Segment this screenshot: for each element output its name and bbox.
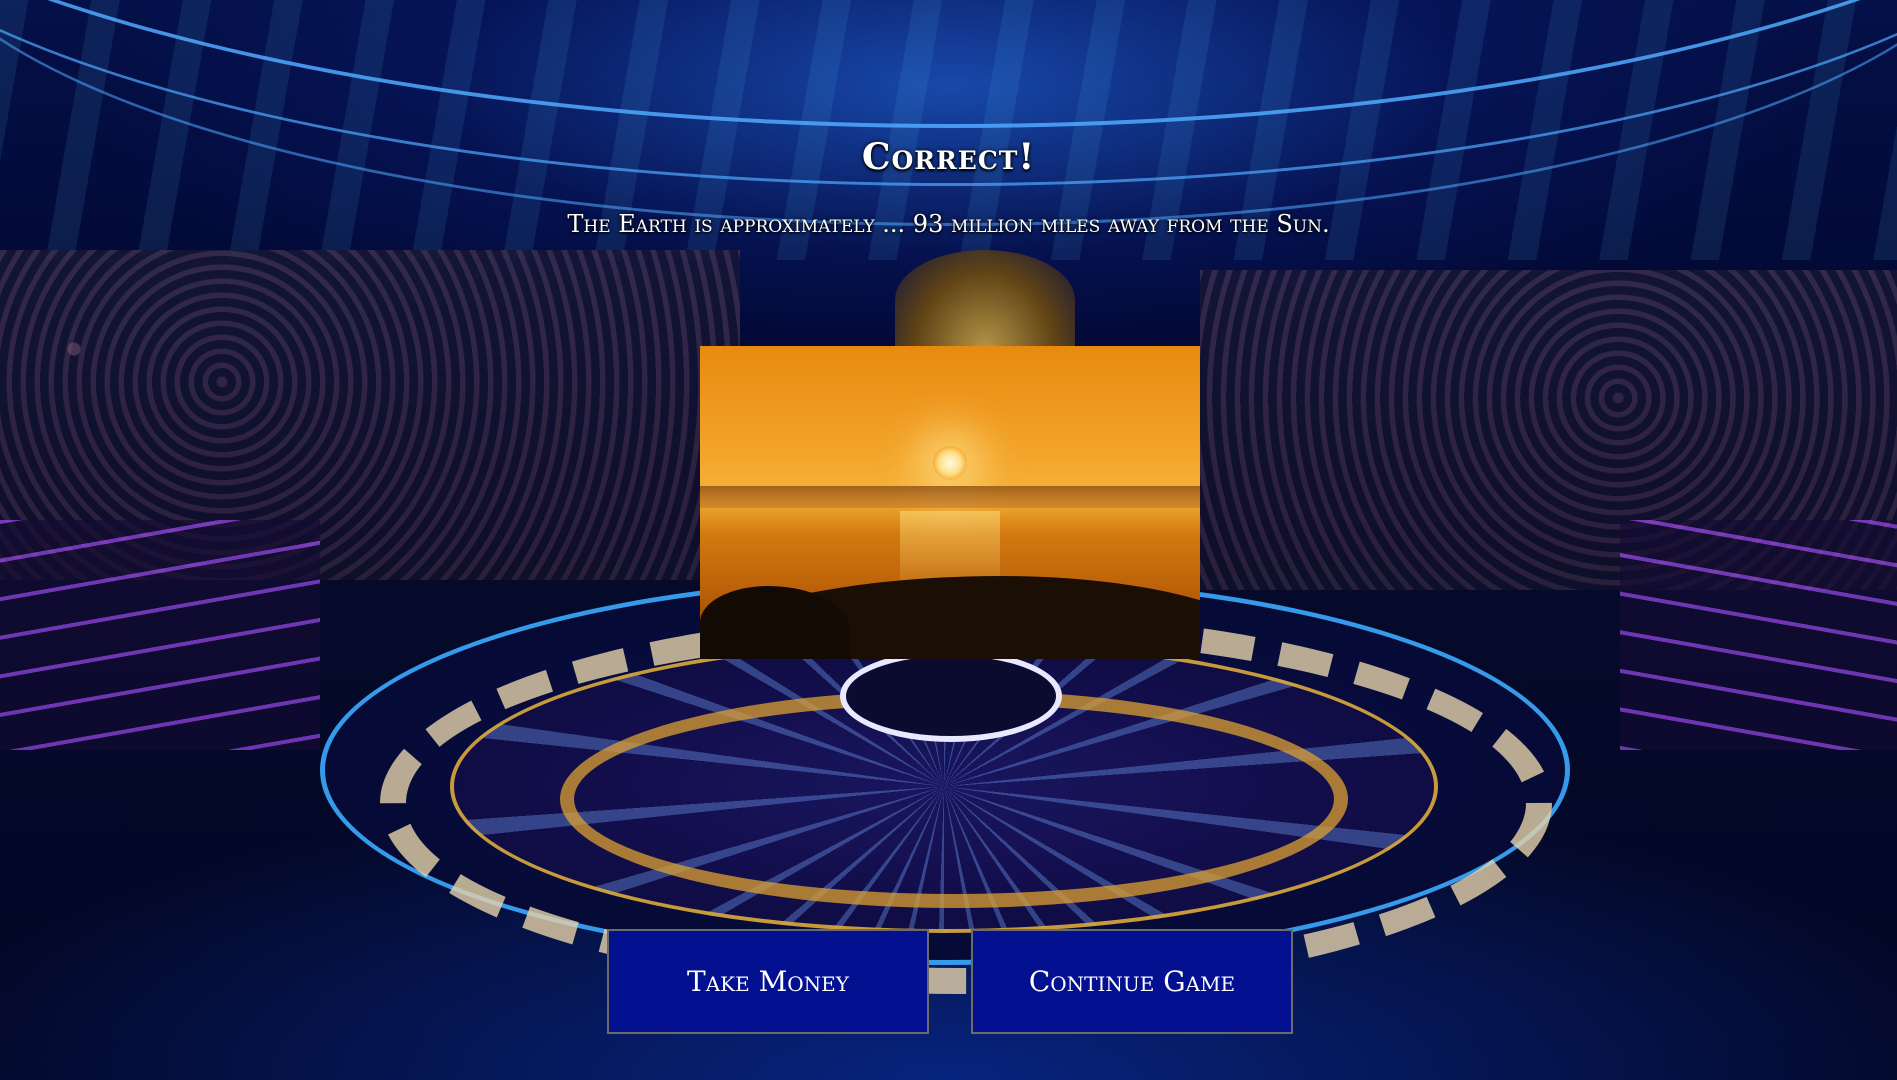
sunset-image xyxy=(700,346,1200,659)
cloud-layer xyxy=(700,486,1200,508)
show-logo-backdrop xyxy=(895,250,1075,350)
stage-steps-left xyxy=(0,520,320,750)
answer-explanation: The Earth is approximately ... 93 millio… xyxy=(567,210,1330,238)
stage-steps-right xyxy=(1620,520,1897,750)
ceiling-ring xyxy=(0,0,1897,226)
ceiling-ring xyxy=(0,0,1897,128)
result-title: Correct! xyxy=(861,136,1036,178)
sun-icon xyxy=(933,446,967,480)
take-money-button[interactable]: Take Money xyxy=(607,929,929,1034)
continue-game-button[interactable]: Continue Game xyxy=(971,929,1293,1034)
game-stage: Correct! The Earth is approximately ... … xyxy=(0,0,1897,1080)
contestant-platform xyxy=(840,650,1062,742)
